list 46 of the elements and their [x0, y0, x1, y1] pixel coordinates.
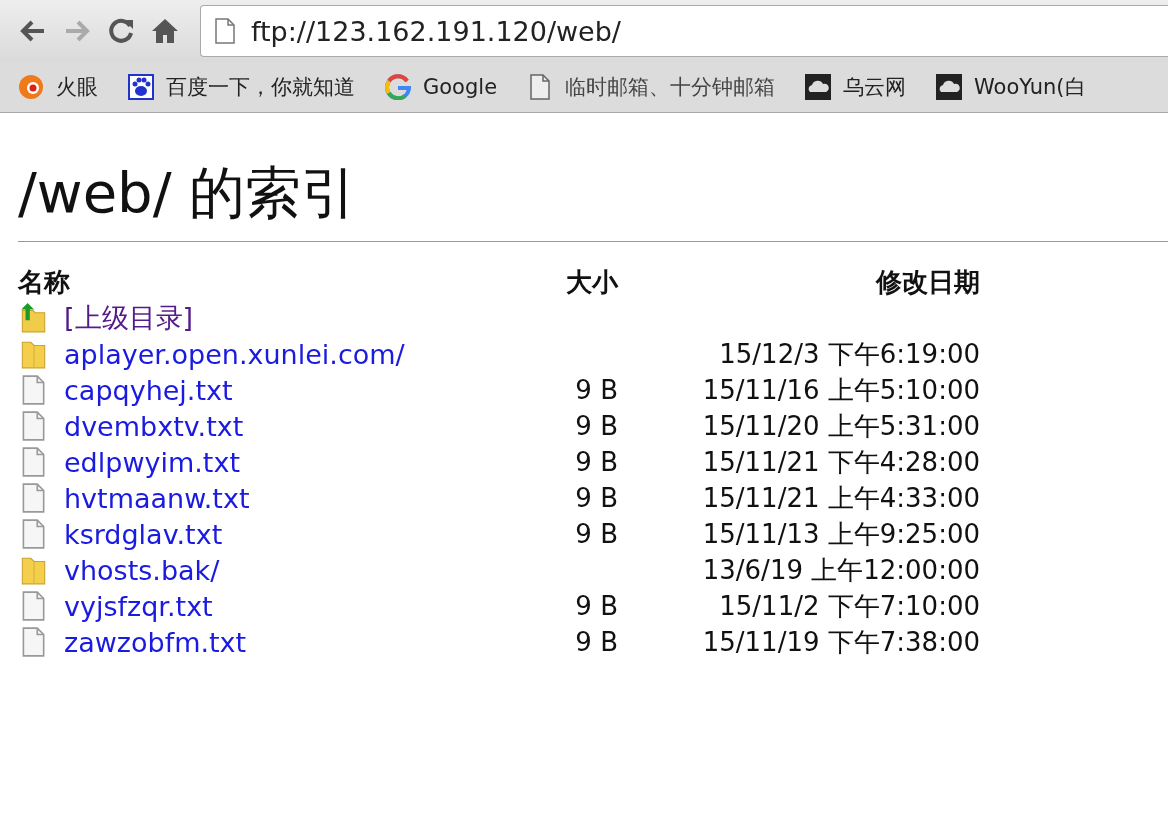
size-text: 9 B: [575, 627, 618, 657]
cloud-icon: [805, 74, 832, 100]
file-link[interactable]: dvembxtv.txt: [64, 410, 244, 442]
cloud-icon: [936, 74, 963, 100]
size-text: 9 B: [575, 483, 618, 513]
file-link[interactable]: vyjsfzqr.txt: [64, 590, 213, 622]
file-link[interactable]: aplayer.open.xunlei.com/: [64, 338, 405, 370]
file-link[interactable]: hvtmaanw.txt: [64, 482, 250, 514]
date-text: 15/11/21 上午4:33:00: [702, 483, 980, 513]
date-text: 15/11/13 上午9:25:00: [702, 519, 980, 549]
size-text: 9 B: [575, 519, 618, 549]
paw-icon: [128, 74, 154, 100]
size-text: 9 B: [575, 591, 618, 621]
date-text: 15/11/2 下午7:10:00: [719, 591, 980, 621]
home-icon[interactable]: [150, 16, 180, 46]
bookmark-item[interactable]: 百度一下，你就知道: [128, 73, 355, 101]
size-text: 9 B: [575, 375, 618, 405]
size-text: 9 B: [575, 411, 618, 441]
size-text: 9 B: [575, 447, 618, 477]
column-header: 修改日期: [874, 266, 980, 299]
file-link[interactable]: vhosts.bak/: [64, 554, 220, 586]
date-text: 15/11/21 下午4:28:00: [702, 447, 980, 477]
file-link[interactable]: capqyhej.txt: [64, 374, 233, 406]
file-link[interactable]: edlpwyim.txt: [64, 446, 240, 478]
url-text: ftp://123.162.191.120/web/: [251, 15, 621, 47]
column-header: 名称: [18, 266, 71, 299]
date-text: 15/11/20 上午5:31:00: [702, 411, 980, 441]
g-logo-icon: [385, 74, 411, 100]
bookmark-item[interactable]: 临时邮箱、十分钟邮箱: [527, 73, 776, 101]
bookmark-item[interactable]: Google: [385, 74, 498, 100]
date-text: 15/11/19 下午7:38:00: [702, 627, 980, 657]
date-text: 13/6/19 上午12:00:00: [702, 555, 980, 585]
page-heading: /web/ 的索引: [18, 159, 359, 227]
bookmark-item[interactable]: WooYun(白: [936, 73, 1086, 101]
date-text: 15/12/3 下午6:19:00: [719, 339, 980, 369]
column-header: 大小: [565, 266, 618, 299]
bookmark-item[interactable]: 乌云网: [805, 73, 907, 101]
reload-icon[interactable]: [106, 16, 136, 46]
file-link[interactable]: ksrdglav.txt: [64, 518, 223, 550]
page-icon: [215, 18, 235, 44]
date-text: 15/11/16 上午5:10:00: [702, 375, 980, 405]
file-link[interactable]: zawzobfm.txt: [64, 626, 247, 658]
address-bar[interactable]: ftp://123.162.191.120/web/: [200, 5, 1168, 57]
bookmark-item[interactable]: 火眼: [18, 73, 98, 101]
target-icon: [18, 74, 44, 100]
file-link[interactable]: [上级目录]: [64, 300, 194, 336]
